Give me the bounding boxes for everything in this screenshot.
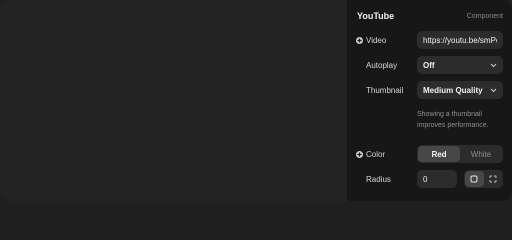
color-segmented-control: Red White bbox=[417, 145, 503, 163]
individual-corners-button[interactable] bbox=[484, 171, 503, 187]
autoplay-row: Autoplay Off bbox=[347, 56, 512, 74]
video-label: Video bbox=[366, 35, 387, 45]
video-url-input[interactable]: https://youtu.be/smPos0mJvh8 bbox=[417, 31, 503, 49]
properties-panel: YouTube Component Video https://youtu.be… bbox=[347, 0, 512, 201]
component-type-label: Component bbox=[466, 12, 503, 20]
radius-mode-toggle bbox=[464, 170, 503, 188]
panel-title: YouTube bbox=[357, 11, 395, 21]
color-option-red[interactable]: Red bbox=[418, 146, 460, 162]
color-label: Color bbox=[366, 149, 386, 159]
chevron-down-icon bbox=[490, 88, 497, 92]
uniform-radius-button[interactable] bbox=[465, 171, 484, 187]
thumbnail-select[interactable]: Medium Quality bbox=[417, 81, 503, 99]
thumbnail-value: Medium Quality bbox=[423, 85, 483, 95]
autoplay-label: Autoplay bbox=[366, 60, 398, 70]
video-row: Video https://youtu.be/smPos0mJvh8 bbox=[347, 31, 512, 49]
radius-value: 0 bbox=[423, 174, 428, 184]
radius-label: Radius bbox=[366, 174, 391, 184]
radius-input[interactable]: 0 bbox=[417, 170, 457, 188]
thumbnail-label: Thumbnail bbox=[366, 85, 404, 95]
video-url-value: https://youtu.be/smPos0mJvh8 bbox=[423, 35, 497, 45]
canvas-area[interactable] bbox=[0, 0, 347, 201]
app-window: YouTube Component Video https://youtu.be… bbox=[0, 0, 512, 201]
autoplay-select[interactable]: Off bbox=[417, 56, 503, 74]
add-video-icon[interactable] bbox=[356, 36, 363, 44]
uniform-radius-icon bbox=[470, 175, 478, 183]
chevron-down-icon bbox=[490, 63, 497, 67]
panel-header: YouTube Component bbox=[357, 9, 503, 23]
thumbnail-hint: Showing a thumbnail improves performance… bbox=[417, 111, 489, 129]
thumbnail-row: Thumbnail Medium Quality bbox=[347, 81, 512, 99]
color-option-white[interactable]: White bbox=[460, 146, 502, 162]
individual-corners-icon bbox=[489, 175, 497, 183]
autoplay-value: Off bbox=[423, 60, 435, 70]
add-color-icon[interactable] bbox=[356, 150, 363, 158]
